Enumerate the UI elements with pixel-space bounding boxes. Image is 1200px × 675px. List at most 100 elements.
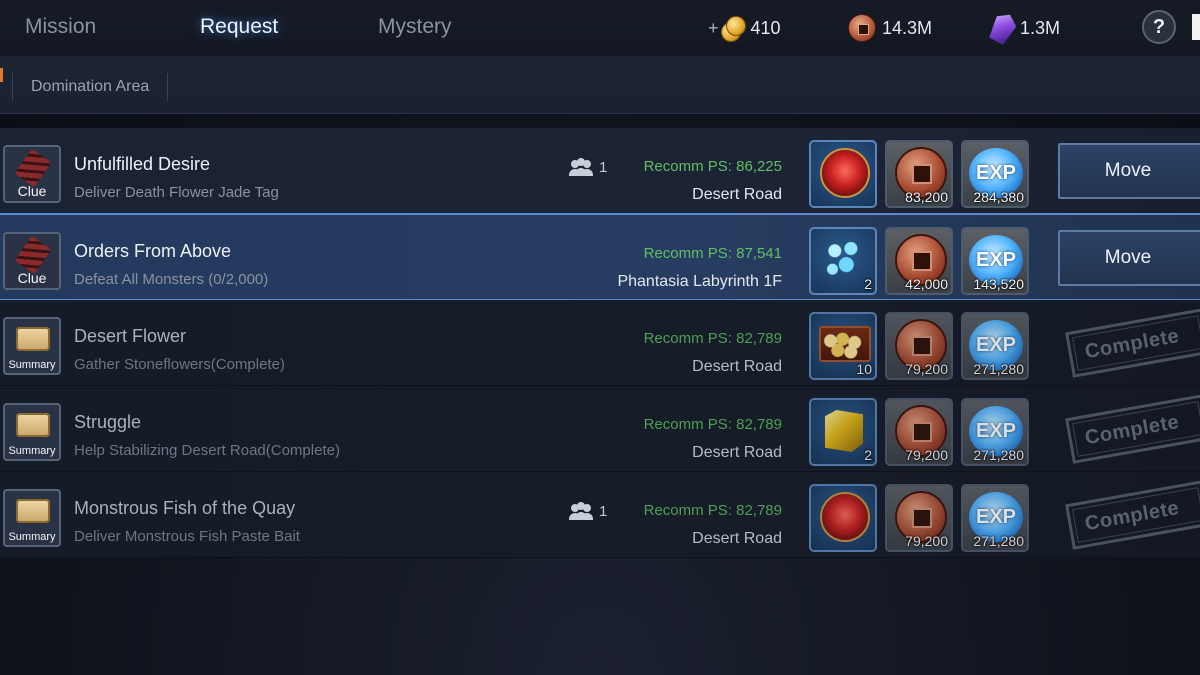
reward-copper[interactable]: 79,200 [885,312,953,380]
reward-item[interactable] [809,484,877,552]
move-button[interactable]: Move [1058,143,1200,199]
quest-title: Struggle [74,412,142,432]
gold-cube-icon [825,410,863,452]
party-icon [569,502,595,520]
party-count: 1 [599,158,608,176]
reward-item[interactable]: 2 [809,227,877,295]
tab-mission[interactable]: Mission [25,0,96,56]
quest-row[interactable]: Summary Monstrous Fish of the Quay Deliv… [0,472,1200,558]
reward-item-count: 10 [856,361,872,377]
recommended-power: Recomm PS: 87,541 [643,245,782,262]
quest-objective: Defeat All Monsters (0/2,000) [74,271,269,288]
quest-title: Unfulfilled Desire [74,154,211,174]
reward-item[interactable]: 2 [809,398,877,466]
scroll-icon [14,235,52,275]
reward-copper[interactable]: 79,200 [885,398,953,466]
copper-coin-icon [848,14,876,42]
quest-type-label: Summary [8,359,56,371]
top-bar: Mission Request Mystery + 410 14.3M 1.3M… [0,0,1200,56]
sub-header [0,56,1200,114]
quest-location: Desert Road [692,530,782,547]
menu-edge[interactable] [1192,14,1200,40]
quest-row[interactable]: Clue Orders From Above Defeat All Monste… [0,213,1200,301]
quest-title: Orders From Above [74,241,232,261]
quest-objective: Help Stabilizing Desert Road(Complete) [74,442,340,459]
reward-item-count: 2 [864,447,872,463]
copper-reward-amount: 79,200 [905,533,948,549]
quest-row[interactable]: Summary Struggle Help Stabilizing Desert… [0,386,1200,472]
reward-exp[interactable]: EXP 271,280 [961,398,1029,466]
gold-box-icon [819,326,871,362]
copper-currency: 14.3M [848,10,932,46]
party-requirement: 1 [569,158,607,176]
recommended-power: Recomm PS: 82,789 [643,330,782,347]
recommended-power: Recomm PS: 82,789 [643,416,782,433]
reward-exp[interactable]: EXP 284,380 [961,140,1029,208]
scroll-icon [14,148,52,188]
quest-type-label: Clue [17,183,47,199]
reward-item[interactable]: 10 [809,312,877,380]
reward-copper[interactable]: 83,200 [885,140,953,208]
move-button[interactable]: Move [1058,230,1200,286]
quest-location: Desert Road [692,358,782,375]
summary-scroll-icon[interactable]: Summary [3,403,61,461]
crystal-value: 1.3M [1020,17,1061,38]
notification-tick [0,68,3,82]
flower-icon [820,492,870,542]
quest-title: Desert Flower [74,326,187,346]
blue-flower-icon [821,237,867,283]
quest-objective: Deliver Monstrous Fish Paste Bait [74,528,300,545]
crystal-icon [986,10,1020,47]
quest-location: Phantasia Labyrinth 1F [617,273,782,290]
flower-icon [820,148,870,198]
crystal-currency: 1.3M [992,10,1060,46]
tab-request[interactable]: Request [159,0,319,56]
quest-row[interactable]: Summary Desert Flower Gather Stoneflower… [0,300,1200,386]
copper-reward-amount: 79,200 [905,361,948,377]
exp-reward-amount: 284,380 [973,189,1024,205]
gold-coin-icon [717,14,746,42]
recommended-power: Recomm PS: 82,789 [643,502,782,519]
exp-reward-amount: 271,280 [973,447,1024,463]
recommended-power: Recomm PS: 86,225 [643,158,782,175]
quest-type-label: Clue [17,270,47,286]
help-button[interactable]: ? [1142,10,1176,44]
complete-stamp: Complete [1065,394,1200,464]
reward-exp[interactable]: EXP 271,280 [961,484,1029,552]
quest-objective: Gather Stoneflowers(Complete) [74,356,285,373]
clue-scroll-icon[interactable]: Clue [3,232,61,290]
quest-type-label: Summary [8,445,56,457]
copper-value: 14.3M [882,17,933,38]
party-icon [569,158,595,176]
summary-scroll-icon[interactable]: Summary [3,317,61,375]
copper-reward-amount: 42,000 [905,276,948,292]
quest-objective: Deliver Death Flower Jade Tag [74,184,279,201]
scroll-icon [16,499,50,523]
exp-reward-amount: 271,280 [973,361,1024,377]
scroll-icon [16,413,50,437]
reward-copper[interactable]: 79,200 [885,484,953,552]
tab-mystery[interactable]: Mystery [378,0,452,56]
scroll-icon [16,327,50,351]
party-count: 1 [599,502,608,520]
summary-scroll-icon[interactable]: Summary [3,489,61,547]
reward-item[interactable] [809,140,877,208]
complete-stamp: Complete [1065,308,1200,378]
subtab-domination-area[interactable]: Domination Area [12,73,169,101]
clue-scroll-icon[interactable]: Clue [3,145,61,203]
reward-exp[interactable]: EXP 143,520 [961,227,1029,295]
party-requirement: 1 [569,502,607,520]
gold-value: 410 [750,17,781,38]
reward-copper[interactable]: 42,000 [885,227,953,295]
copper-reward-amount: 79,200 [905,447,948,463]
reward-item-count: 2 [864,276,872,292]
quest-location: Desert Road [692,186,782,203]
reward-exp[interactable]: EXP 271,280 [961,312,1029,380]
exp-reward-amount: 143,520 [973,276,1024,292]
complete-stamp: Complete [1065,480,1200,550]
quest-row[interactable]: Clue Unfulfilled Desire Deliver Death Fl… [0,128,1200,214]
quest-title: Monstrous Fish of the Quay [74,498,296,518]
quest-location: Desert Road [692,444,782,461]
gold-currency[interactable]: + 410 [708,10,781,46]
exp-reward-amount: 271,280 [973,533,1024,549]
